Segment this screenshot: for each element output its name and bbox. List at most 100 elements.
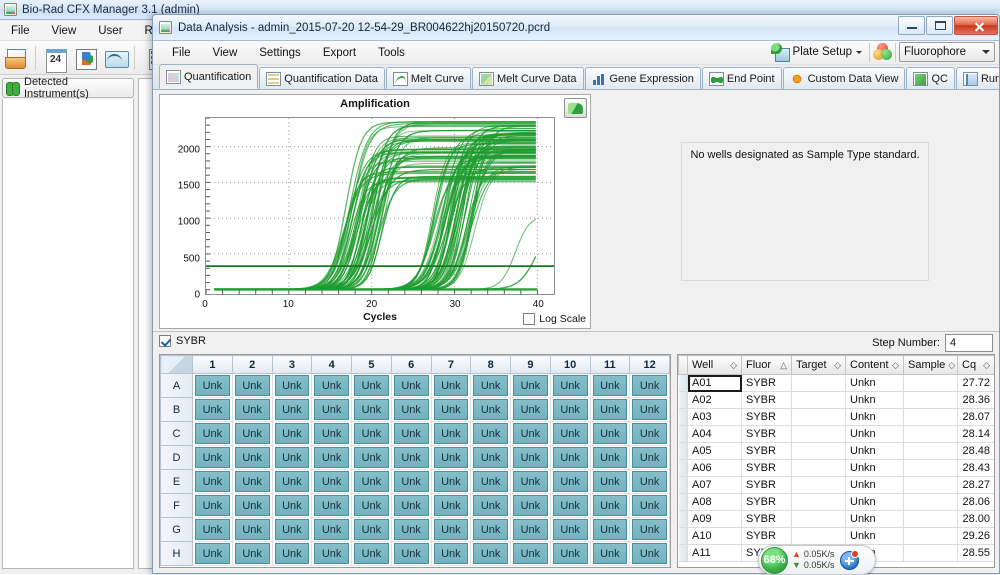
table-row[interactable]: A10 SYBR Unkn 29.26 (678, 527, 994, 545)
plate-well-A5[interactable]: Unk (351, 373, 392, 398)
tab-melt-curve-data[interactable]: Melt Curve Data (472, 67, 584, 89)
fluor-cell[interactable]: SYBR (741, 374, 792, 392)
target-cell[interactable] (791, 374, 846, 392)
plate-well-C3[interactable]: Unk (271, 421, 313, 446)
plate-well-B4[interactable]: Unk (311, 397, 352, 422)
tab-end-point[interactable]: End Point (701, 67, 782, 89)
plate-well-F3[interactable]: Unk (271, 493, 313, 518)
plate-well-E11[interactable]: Unk (589, 469, 631, 494)
plate-well-E10[interactable]: Unk (549, 469, 591, 494)
target-cell[interactable] (791, 476, 846, 494)
plate-well-C5[interactable]: Unk (351, 421, 392, 446)
plate-well-A7[interactable]: Unk (430, 373, 472, 398)
minimize-button[interactable] (898, 16, 925, 35)
plate-well-B7[interactable]: Unk (430, 397, 472, 422)
fluor-cell[interactable]: SYBR (741, 493, 792, 511)
plate-setup-dropdown-icon[interactable] (856, 50, 862, 54)
column-header-well[interactable]: Well ◇ (687, 355, 742, 375)
plate-well-C12[interactable]: Unk (629, 421, 670, 446)
plate-well-G3[interactable]: Unk (271, 517, 313, 542)
plate-column-header[interactable]: 6 (390, 355, 432, 374)
plate-column-header[interactable]: 9 (510, 355, 551, 374)
plate-well-H7[interactable]: Unk (430, 541, 472, 566)
plate-column-header[interactable]: 2 (231, 355, 273, 374)
plate-well-D2[interactable]: Unk (231, 445, 273, 470)
well-cell[interactable]: A04 (687, 425, 742, 443)
content-cell[interactable]: Unkn (845, 425, 904, 443)
plate-well-F1[interactable]: Unk (192, 493, 233, 518)
plate-well-E7[interactable]: Unk (430, 469, 472, 494)
fluor-cell[interactable]: SYBR (741, 459, 792, 477)
bg-menu-view[interactable]: View (41, 23, 88, 39)
fluor-cell[interactable]: SYBR (741, 442, 792, 460)
plate-well-F5[interactable]: Unk (351, 493, 392, 518)
row-gutter[interactable] (678, 510, 688, 528)
plate-column-header[interactable]: 5 (351, 355, 392, 374)
log-scale-checkbox[interactable] (523, 313, 536, 325)
column-header-target[interactable]: Target ◇ (791, 355, 846, 375)
plate-select-all-corner[interactable] (160, 355, 193, 374)
plate-well-B6[interactable]: Unk (390, 397, 432, 422)
plate-well-C7[interactable]: Unk (430, 421, 472, 446)
row-gutter[interactable] (678, 442, 688, 460)
plate-well-A9[interactable]: Unk (510, 373, 551, 398)
plate-well-F12[interactable]: Unk (629, 493, 670, 518)
log-scale-toggle[interactable]: Log Scale (523, 313, 586, 325)
fluorophore-wells-icon[interactable] (873, 43, 892, 61)
bg-menu-user[interactable]: User (87, 23, 133, 39)
plate-well-C8[interactable]: Unk (470, 421, 511, 446)
target-cell[interactable] (791, 459, 846, 477)
plate-well-A11[interactable]: Unk (589, 373, 631, 398)
plate-well-C10[interactable]: Unk (549, 421, 591, 446)
plate-well-G1[interactable]: Unk (192, 517, 233, 542)
well-cell[interactable]: A09 (687, 510, 742, 528)
plate-well-C11[interactable]: Unk (589, 421, 631, 446)
plate-row-header[interactable]: F (160, 493, 193, 518)
plate-well-D3[interactable]: Unk (271, 445, 313, 470)
plate-icon[interactable] (71, 44, 99, 72)
plate-well-E4[interactable]: Unk (311, 469, 352, 494)
plate-well-D8[interactable]: Unk (470, 445, 511, 470)
plate-well-H8[interactable]: Unk (470, 541, 511, 566)
curve-icon[interactable] (101, 44, 129, 72)
plate-well-E8[interactable]: Unk (470, 469, 511, 494)
column-header-sample[interactable]: Sample ◇ (903, 355, 958, 375)
plate-well-E3[interactable]: Unk (271, 469, 313, 494)
plate-well-A10[interactable]: Unk (549, 373, 591, 398)
plate-well-C1[interactable]: Unk (192, 421, 233, 446)
tab-gene-expression[interactable]: Gene Expression (584, 67, 701, 89)
sort-toggle-icon[interactable]: ◇ (983, 360, 990, 371)
network-speed-widget[interactable]: 68% ▲ 0.05K/s ▼ 0.05K/s (758, 545, 876, 575)
column-header-fluor[interactable]: Fluor △ (741, 355, 792, 375)
plate-column-header[interactable]: 12 (629, 355, 670, 374)
fluor-cell[interactable]: SYBR (741, 510, 792, 528)
plate-row-header[interactable]: H (160, 541, 193, 566)
plate-well-G9[interactable]: Unk (510, 517, 551, 542)
plate-column-header[interactable]: 3 (271, 355, 313, 374)
tab-quantification[interactable]: Quantification (159, 64, 259, 89)
sample-cell[interactable] (903, 442, 958, 460)
plate-column-header[interactable]: 8 (470, 355, 511, 374)
sample-cell[interactable] (903, 544, 958, 562)
content-cell[interactable]: Unkn (845, 408, 904, 426)
well-cell[interactable]: A08 (687, 493, 742, 511)
plate-well-B3[interactable]: Unk (271, 397, 313, 422)
table-row[interactable]: A05 SYBR Unkn 28.48 (678, 442, 994, 460)
row-gutter[interactable] (678, 544, 688, 562)
cq-cell[interactable]: 28.00 (957, 510, 994, 528)
sort-toggle-icon[interactable]: ◇ (834, 360, 841, 371)
column-header-cq[interactable]: Cq ◇ (957, 355, 994, 375)
column-header-content[interactable]: Content ◇ (845, 355, 904, 375)
cq-cell[interactable]: 28.27 (957, 476, 994, 494)
well-cell[interactable]: A10 (687, 527, 742, 545)
plate-well-C4[interactable]: Unk (311, 421, 352, 446)
row-gutter[interactable] (678, 425, 688, 443)
tab-run-information[interactable]: Run Information (955, 67, 999, 89)
plate-well-E2[interactable]: Unk (231, 469, 273, 494)
plate-well-H11[interactable]: Unk (589, 541, 631, 566)
sample-cell[interactable] (903, 527, 958, 545)
row-gutter[interactable] (678, 391, 688, 409)
table-row[interactable]: A06 SYBR Unkn 28.43 (678, 459, 994, 477)
plate-well-E1[interactable]: Unk (192, 469, 233, 494)
plate-grid[interactable]: 1 2 3 4 5 6 7 8 9 10 11 12 A Unk Unk Unk Unk Unk Unk Unk Un… (159, 354, 671, 568)
